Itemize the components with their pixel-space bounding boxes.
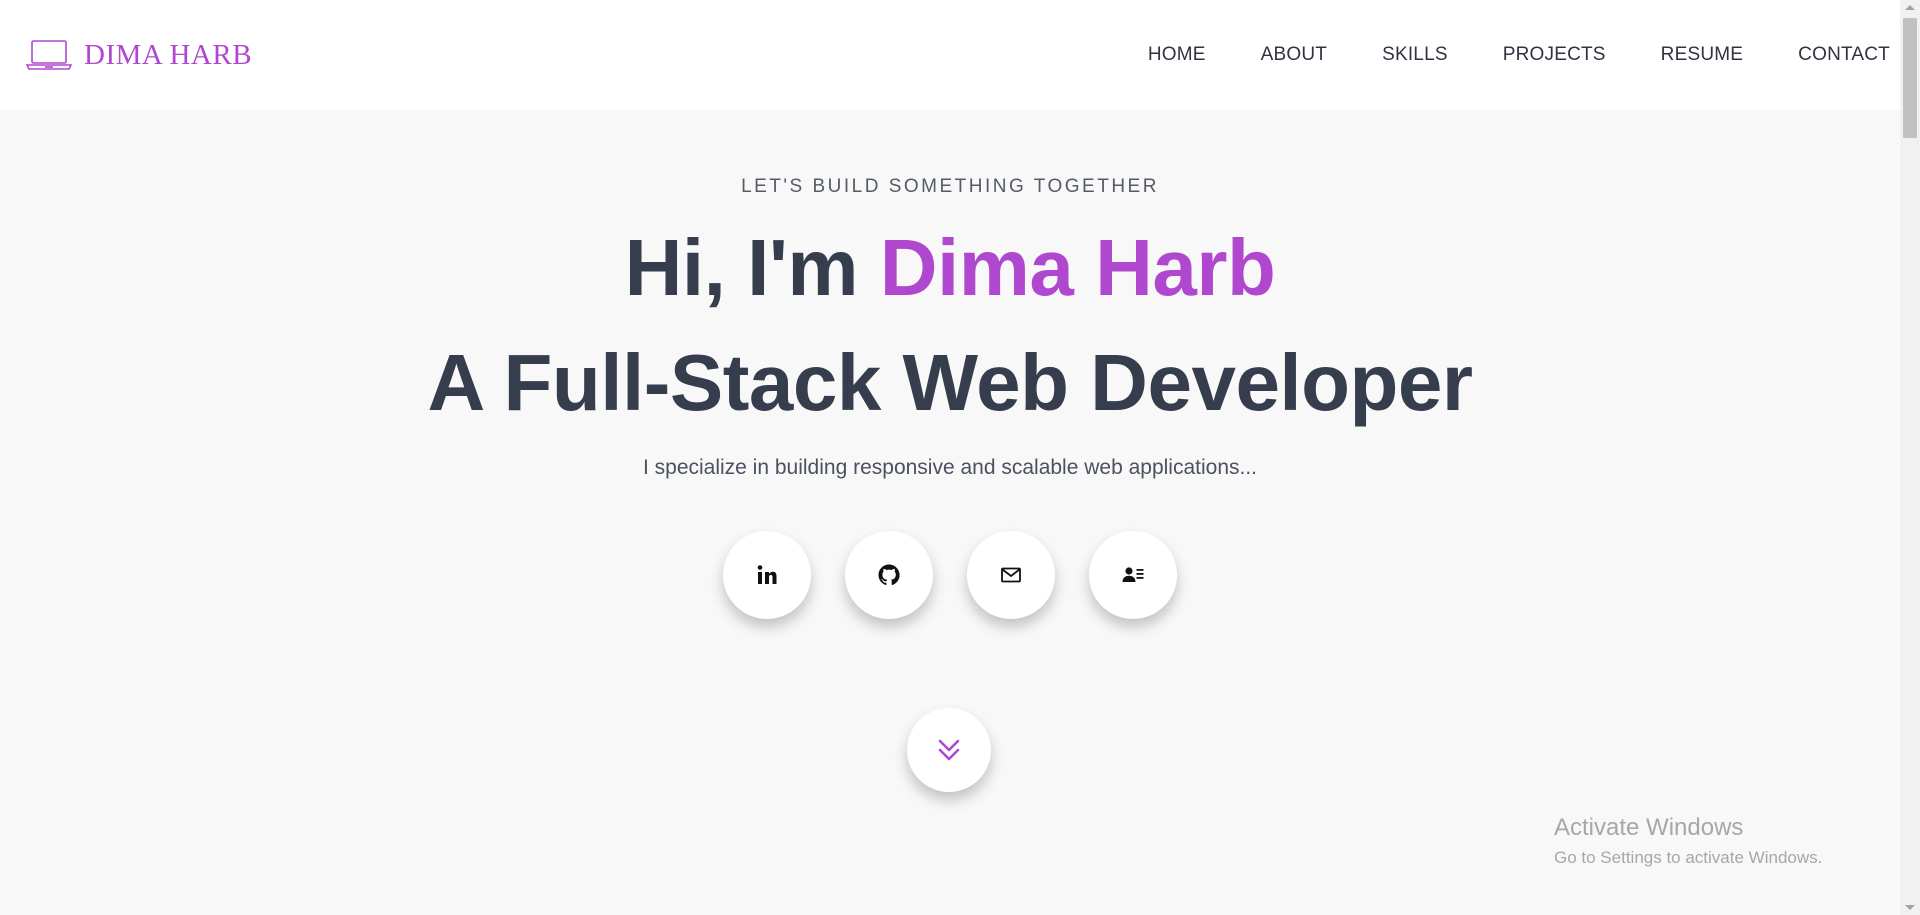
brand-name: DIMA HARB <box>84 38 253 71</box>
scroll-down-button[interactable] <box>907 708 991 792</box>
watermark-title: Activate Windows <box>1554 814 1744 841</box>
greeting-prefix: Hi, I'm <box>624 223 880 312</box>
greeting-name: Dima Harb <box>879 223 1276 312</box>
nav-projects[interactable]: PROJECTS <box>1503 44 1606 66</box>
email-button[interactable] <box>967 531 1055 619</box>
mail-icon <box>1001 567 1021 583</box>
windows-activation-watermark: Activate Windows Go to Settings to activ… <box>1554 814 1822 868</box>
github-icon <box>878 564 900 586</box>
nav-contact[interactable]: CONTACT <box>1798 44 1890 66</box>
social-links <box>0 531 1900 619</box>
hero-tagline: LET'S BUILD SOMETHING TOGETHER <box>741 176 1159 197</box>
hero-role: A Full-Stack Web Developer <box>427 338 1473 427</box>
hero-section: LET'S BUILD SOMETHING TOGETHER Hi, I'm D… <box>0 110 1900 915</box>
nav-resume[interactable]: RESUME <box>1661 44 1744 66</box>
nav-skills[interactable]: SKILLS <box>1382 44 1448 66</box>
page: DIMA HARB HOME ABOUT SKILLS PROJECTS RES… <box>0 0 1900 915</box>
main-nav: HOME ABOUT SKILLS PROJECTS RESUME CONTAC… <box>1148 44 1890 66</box>
nav-home[interactable]: HOME <box>1148 44 1206 66</box>
contact-card-icon <box>1122 567 1144 582</box>
github-button[interactable] <box>845 531 933 619</box>
laptop-icon <box>26 40 72 70</box>
vertical-scrollbar[interactable] <box>1900 0 1920 915</box>
resume-button[interactable] <box>1089 531 1177 619</box>
watermark-subtitle: Go to Settings to activate Windows. <box>1554 848 1823 867</box>
scroll-down-arrow-icon[interactable] <box>1905 905 1915 910</box>
hero-greeting: Hi, I'm Dima Harb <box>0 222 1900 314</box>
site-header: DIMA HARB HOME ABOUT SKILLS PROJECTS RES… <box>0 0 1900 110</box>
scrollbar-thumb[interactable] <box>1903 18 1917 138</box>
linkedin-icon <box>757 565 777 584</box>
hero-subtitle: I specialize in building responsive and … <box>642 456 1258 479</box>
linkedin-button[interactable] <box>723 531 811 619</box>
double-chevron-down-icon <box>938 739 960 761</box>
scroll-up-arrow-icon[interactable] <box>1905 5 1915 10</box>
nav-about[interactable]: ABOUT <box>1261 44 1327 66</box>
logo[interactable]: DIMA HARB <box>26 39 252 72</box>
